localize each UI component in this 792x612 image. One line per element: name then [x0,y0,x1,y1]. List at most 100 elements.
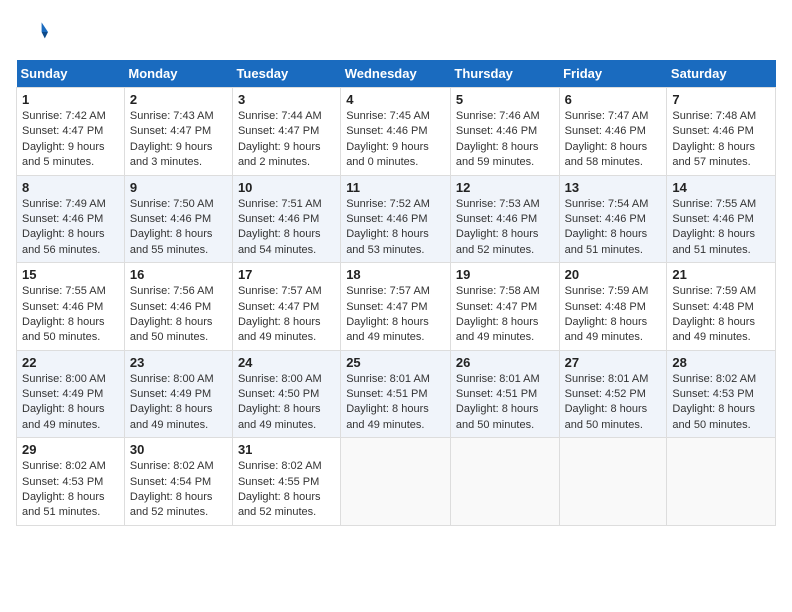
day-info: Sunrise: 8:00 AM Sunset: 4:49 PM Dayligh… [130,372,227,434]
calendar-day-cell: 14Sunrise: 7:55 AM Sunset: 4:46 PM Dayli… [667,175,776,263]
weekday-header: Wednesday [341,60,451,88]
calendar-day-cell: 12 Sunrise: 7:53 AM Sunset: 4:46 PM Dayli… [450,175,559,263]
day-number: 7 [672,92,770,107]
day-number: 4 [346,92,445,107]
day-number: 13 [565,180,662,195]
calendar-day-cell: 8 Sunrise: 7:49 AM Sunset: 4:46 PM Daylig… [17,175,125,263]
weekday-header: Friday [559,60,667,88]
day-number: 27 [565,355,662,370]
weekday-header: Thursday [450,60,559,88]
day-info: Sunrise: 8:02 AM Sunset: 4:53 PM Dayligh… [672,372,770,434]
day-number: 18 [346,267,445,282]
day-number: 3 [238,92,335,107]
day-number: 28 [672,355,770,370]
day-info: Sunrise: 7:57 AM Sunset: 4:47 PM Dayligh… [346,284,445,346]
day-info: Sunrise: 7:42 AM Sunset: 4:47 PM Dayligh… [22,109,119,171]
calendar-day-cell: 9 Sunrise: 7:50 AM Sunset: 4:46 PM Daylig… [124,175,232,263]
empty-cell [450,438,559,526]
calendar-table: SundayMondayTuesdayWednesdayThursdayFrid… [16,60,776,526]
day-number: 21 [672,267,770,282]
empty-cell [559,438,667,526]
calendar-week-row: 22 Sunrise: 8:00 AM Sunset: 4:49 PM Dayli… [17,350,776,438]
calendar-day-cell: 15 Sunrise: 7:55 AM Sunset: 4:46 PM Dayli… [17,263,125,351]
calendar-day-cell: 13 Sunrise: 7:54 AM Sunset: 4:46 PM Dayli… [559,175,667,263]
day-info: Sunrise: 8:01 AM Sunset: 4:51 PM Dayligh… [456,372,554,434]
day-number: 11 [346,180,445,195]
day-info: Sunrise: 7:49 AM Sunset: 4:46 PM Dayligh… [22,197,119,259]
day-number: 25 [346,355,445,370]
day-number: 24 [238,355,335,370]
day-info: Sunrise: 8:01 AM Sunset: 4:51 PM Dayligh… [346,372,445,434]
calendar-week-row: 29Sunrise: 8:02 AM Sunset: 4:53 PM Dayli… [17,438,776,526]
day-info: Sunrise: 8:02 AM Sunset: 4:54 PM Dayligh… [130,459,227,521]
day-number: 6 [565,92,662,107]
calendar-day-cell: 2Sunrise: 7:43 AM Sunset: 4:47 PM Daylig… [124,88,232,176]
day-number: 12 [456,180,554,195]
calendar-day-cell: 10 Sunrise: 7:51 AM Sunset: 4:46 PM Dayli… [232,175,340,263]
day-number: 30 [130,442,227,457]
calendar-day-cell: 5Sunrise: 7:46 AM Sunset: 4:46 PM Daylig… [450,88,559,176]
day-info: Sunrise: 7:58 AM Sunset: 4:47 PM Dayligh… [456,284,554,346]
empty-cell [667,438,776,526]
day-info: Sunrise: 7:46 AM Sunset: 4:46 PM Dayligh… [456,109,554,171]
calendar-week-row: 15 Sunrise: 7:55 AM Sunset: 4:46 PM Dayli… [17,263,776,351]
day-info: Sunrise: 7:59 AM Sunset: 4:48 PM Dayligh… [672,284,770,346]
calendar-day-cell: 27Sunrise: 8:01 AM Sunset: 4:52 PM Dayli… [559,350,667,438]
day-number: 23 [130,355,227,370]
calendar-day-cell: 18 Sunrise: 7:57 AM Sunset: 4:47 PM Dayli… [341,263,451,351]
day-info: Sunrise: 7:48 AM Sunset: 4:46 PM Dayligh… [672,109,770,171]
day-info: Sunrise: 7:54 AM Sunset: 4:46 PM Dayligh… [565,197,662,259]
day-number: 9 [130,180,227,195]
day-info: Sunrise: 7:47 AM Sunset: 4:46 PM Dayligh… [565,109,662,171]
day-number: 26 [456,355,554,370]
calendar-day-cell: 6 Sunrise: 7:47 AM Sunset: 4:46 PM Daylig… [559,88,667,176]
calendar-day-cell: 17Sunrise: 7:57 AM Sunset: 4:47 PM Dayli… [232,263,340,351]
calendar-day-cell: 25 Sunrise: 8:01 AM Sunset: 4:51 PM Dayli… [341,350,451,438]
day-info: Sunrise: 7:57 AM Sunset: 4:47 PM Dayligh… [238,284,335,346]
calendar-day-cell: 30 Sunrise: 8:02 AM Sunset: 4:54 PM Dayli… [124,438,232,526]
day-number: 16 [130,267,227,282]
day-info: Sunrise: 8:00 AM Sunset: 4:49 PM Dayligh… [22,372,119,434]
day-number: 31 [238,442,335,457]
calendar-day-cell: 11 Sunrise: 7:52 AM Sunset: 4:46 PM Dayli… [341,175,451,263]
day-info: Sunrise: 7:55 AM Sunset: 4:46 PM Dayligh… [22,284,119,346]
day-number: 1 [22,92,119,107]
day-info: Sunrise: 7:53 AM Sunset: 4:46 PM Dayligh… [456,197,554,259]
day-info: Sunrise: 8:02 AM Sunset: 4:55 PM Dayligh… [238,459,335,521]
day-info: Sunrise: 7:51 AM Sunset: 4:46 PM Dayligh… [238,197,335,259]
calendar-day-cell: 20 Sunrise: 7:59 AM Sunset: 4:48 PM Dayli… [559,263,667,351]
calendar-day-cell: 29Sunrise: 8:02 AM Sunset: 4:53 PM Dayli… [17,438,125,526]
day-info: Sunrise: 7:59 AM Sunset: 4:48 PM Dayligh… [565,284,662,346]
page-header [16,16,776,48]
calendar-day-cell: 26 Sunrise: 8:01 AM Sunset: 4:51 PM Dayli… [450,350,559,438]
calendar-week-row: 1 Sunrise: 7:42 AM Sunset: 4:47 PM Daylig… [17,88,776,176]
calendar-header-row: SundayMondayTuesdayWednesdayThursdayFrid… [17,60,776,88]
calendar-day-cell: 28 Sunrise: 8:02 AM Sunset: 4:53 PM Dayli… [667,350,776,438]
weekday-header: Sunday [17,60,125,88]
day-number: 15 [22,267,119,282]
calendar-day-cell: 1 Sunrise: 7:42 AM Sunset: 4:47 PM Daylig… [17,88,125,176]
empty-cell [341,438,451,526]
day-info: Sunrise: 7:52 AM Sunset: 4:46 PM Dayligh… [346,197,445,259]
calendar-day-cell: 21 Sunrise: 7:59 AM Sunset: 4:48 PM Dayli… [667,263,776,351]
calendar-day-cell: 16 Sunrise: 7:56 AM Sunset: 4:46 PM Dayli… [124,263,232,351]
weekday-header: Monday [124,60,232,88]
calendar-day-cell: 31 Sunrise: 8:02 AM Sunset: 4:55 PM Dayli… [232,438,340,526]
day-info: Sunrise: 7:50 AM Sunset: 4:46 PM Dayligh… [130,197,227,259]
day-number: 20 [565,267,662,282]
day-info: Sunrise: 7:45 AM Sunset: 4:46 PM Dayligh… [346,109,445,171]
day-number: 22 [22,355,119,370]
calendar-week-row: 8 Sunrise: 7:49 AM Sunset: 4:46 PM Daylig… [17,175,776,263]
logo [16,16,52,48]
day-info: Sunrise: 8:00 AM Sunset: 4:50 PM Dayligh… [238,372,335,434]
day-number: 10 [238,180,335,195]
day-number: 29 [22,442,119,457]
day-number: 2 [130,92,227,107]
day-number: 8 [22,180,119,195]
calendar-day-cell: 19Sunrise: 7:58 AM Sunset: 4:47 PM Dayli… [450,263,559,351]
weekday-header: Saturday [667,60,776,88]
calendar-day-cell: 4 Sunrise: 7:45 AM Sunset: 4:46 PM Daylig… [341,88,451,176]
day-info: Sunrise: 7:56 AM Sunset: 4:46 PM Dayligh… [130,284,227,346]
calendar-day-cell: 23 Sunrise: 8:00 AM Sunset: 4:49 PM Dayli… [124,350,232,438]
calendar-day-cell: 3Sunrise: 7:44 AM Sunset: 4:47 PM Daylig… [232,88,340,176]
